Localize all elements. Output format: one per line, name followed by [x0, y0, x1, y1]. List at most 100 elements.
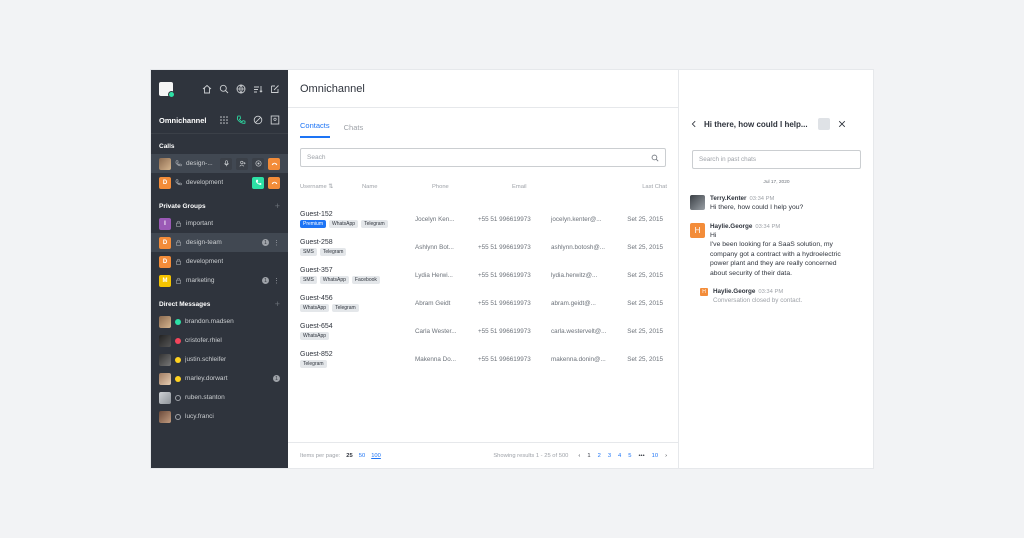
user-avatar[interactable]	[159, 82, 175, 98]
tag: WhatsApp	[300, 331, 330, 340]
add-icon[interactable]: +	[275, 299, 280, 309]
table-row[interactable]: Guest-654 WhatsApp Carla Wester... +55 5…	[300, 317, 666, 345]
search-icon[interactable]	[219, 84, 229, 94]
table-row[interactable]: Guest-258 SMS Telegram Ashlynn Bot... +55…	[300, 233, 666, 261]
expand-icon[interactable]	[817, 118, 830, 130]
sidebar-item-marketing[interactable]: M marketing 1 ⋮	[151, 271, 288, 290]
table-row[interactable]: Guest-357 SMS WhatsApp Facebook Lydia Herw…	[300, 261, 666, 289]
col-username[interactable]: Username ⇅	[300, 184, 362, 190]
cell-last-chat: Set 25, 2015	[627, 355, 663, 363]
dialpad-icon[interactable]	[219, 115, 229, 127]
cell-email: makenna.donin@...	[551, 355, 606, 363]
call-label: development	[186, 179, 224, 186]
call-label: design-...	[186, 160, 213, 167]
past-chats-search-input[interactable]: Search in past chats	[692, 150, 861, 169]
sidebar-header	[151, 70, 288, 108]
dm-item[interactable]: cristofer.rhiel	[151, 331, 288, 350]
phone-icon	[175, 179, 182, 186]
phone-icon[interactable]	[236, 115, 246, 127]
col-name[interactable]: Name	[362, 184, 432, 190]
sidebar-item-label: development	[186, 258, 224, 265]
avatar: M	[159, 274, 171, 287]
cell-phone: +55 51 996619973	[478, 243, 531, 251]
dm-item[interactable]: lucy.franci	[151, 407, 288, 426]
mic-icon[interactable]	[220, 157, 232, 170]
dm-item[interactable]: justin.schleifer	[151, 350, 288, 369]
prev-page-icon[interactable]: ‹	[578, 453, 580, 459]
cell-email: abram.geidt@...	[551, 299, 596, 307]
home-icon[interactable]	[202, 84, 212, 94]
next-page-icon[interactable]: ›	[665, 453, 667, 459]
call-item-development[interactable]: D development	[151, 173, 288, 192]
items-per-page-label: Items per page:	[300, 452, 341, 459]
tab-chats[interactable]: Chats	[344, 123, 364, 138]
chat-panel-header: Hi there, how could I help...	[680, 110, 873, 138]
table-row[interactable]: Guest-456 WhatsApp Telegram Abram Geidt +…	[300, 289, 666, 317]
sidebar-item-development[interactable]: D development	[151, 252, 288, 271]
sidebar-item-important[interactable]: I important	[151, 214, 288, 233]
search-input[interactable]: Seach	[300, 148, 666, 167]
call-item-design[interactable]: design-...	[151, 154, 288, 173]
table-row[interactable]: Guest-152 Premium WhatsApp Telegram Jocely…	[300, 205, 666, 233]
accept-call-icon[interactable]	[252, 176, 264, 189]
page-1[interactable]: 1	[587, 453, 590, 459]
guest-name: Guest-852	[300, 350, 333, 358]
globe-icon[interactable]	[236, 84, 246, 94]
kebab-icon[interactable]: ⋮	[273, 277, 280, 285]
page-10[interactable]: 10	[652, 453, 658, 459]
direct-messages-header: Direct Messages +	[151, 296, 288, 312]
col-email[interactable]: Email	[512, 184, 597, 190]
dm-item[interactable]: brandon.madsen	[151, 312, 288, 331]
add-user-icon[interactable]	[236, 157, 248, 170]
close-icon[interactable]	[838, 120, 846, 128]
edit-icon[interactable]	[270, 84, 280, 94]
cell-last-chat: Set 25, 2015	[627, 271, 663, 279]
cell-last-chat: Set 25, 2015	[627, 327, 663, 335]
page-size-100[interactable]: 100	[371, 453, 381, 459]
disabled-icon[interactable]	[253, 115, 263, 127]
record-icon[interactable]	[252, 157, 264, 170]
sort-icon[interactable]: ⇅	[328, 184, 333, 190]
dm-label: lucy.franci	[185, 413, 214, 420]
avatar: D	[159, 236, 171, 249]
dm-item[interactable]: marley.dorwart 1	[151, 369, 288, 388]
page-2[interactable]: 2	[598, 453, 601, 459]
chat-title: Hi there, how could I help...	[704, 119, 808, 129]
hangup-icon[interactable]	[268, 176, 280, 189]
calls-header: Calls	[151, 138, 288, 154]
avatar	[159, 353, 171, 366]
cell-phone: +55 51 996619973	[478, 355, 531, 363]
tag: Telegram	[319, 247, 347, 256]
dm-item[interactable]: ruben.stanton	[151, 388, 288, 407]
page-5[interactable]: 5	[628, 453, 631, 459]
guest-name: Guest-357	[300, 266, 333, 274]
col-phone[interactable]: Phone	[432, 184, 512, 190]
guest-name: Guest-258	[300, 238, 333, 246]
message-text: Hi there, how could I help you?	[710, 204, 804, 211]
page-4[interactable]: 4	[618, 453, 621, 459]
add-icon[interactable]: +	[275, 201, 280, 211]
back-icon[interactable]	[690, 120, 698, 128]
col-last-chat[interactable]: Last Chat	[597, 184, 667, 190]
cell-email: ashlynn.botosh@...	[551, 243, 606, 251]
page-size-25[interactable]: 25	[346, 453, 352, 459]
sidebar-item-design-team[interactable]: D design-team 1 ⋮	[151, 233, 288, 252]
cell-name: Abram Geidt	[415, 299, 451, 307]
app-window: Omnichannel Calls design-... D developme…	[151, 70, 873, 468]
kebab-icon[interactable]: ⋮	[273, 239, 280, 247]
omnichannel-header: Omnichannel	[151, 108, 288, 134]
contacts-table: Guest-152 Premium WhatsApp Telegram Jocely…	[300, 205, 666, 373]
page-size-50[interactable]: 50	[359, 453, 365, 459]
avatar	[159, 410, 171, 423]
tab-contacts[interactable]: Contacts	[300, 121, 330, 138]
cell-name: Makenna Do...	[415, 355, 456, 363]
page-ellipsis: •••	[638, 452, 645, 459]
contact-book-icon[interactable]	[270, 115, 280, 127]
hangup-icon[interactable]	[268, 157, 280, 170]
table-row[interactable]: Guest-852 Telegram Makenna Do... +55 51 …	[300, 345, 666, 373]
search-icon[interactable]	[651, 154, 659, 162]
private-groups-label: Private Groups	[159, 202, 206, 210]
sort-icon[interactable]	[253, 84, 263, 94]
page-3[interactable]: 3	[608, 453, 611, 459]
status-offline-icon	[175, 413, 181, 420]
